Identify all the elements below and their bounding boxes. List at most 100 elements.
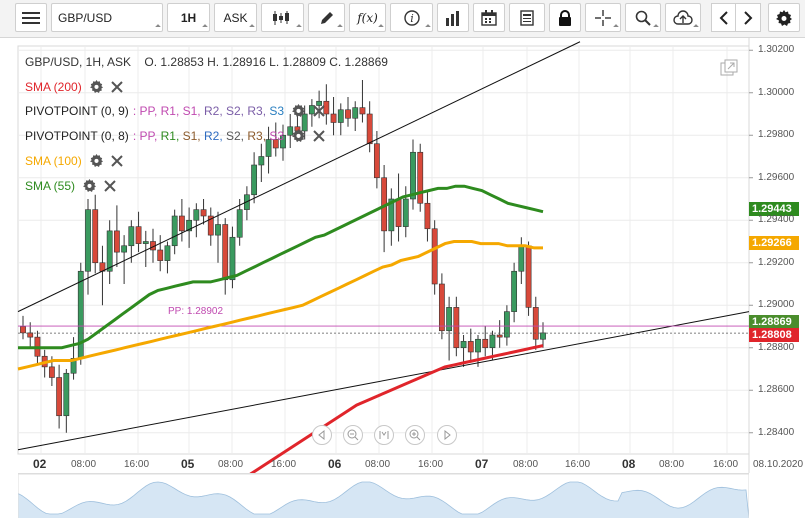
menu-icon [22,11,40,24]
bars-icon [446,10,459,26]
price-axis-label: 1.28800 [758,341,795,353]
indicator-label: PIVOTPOINT (0, 9) [25,104,129,119]
price-type-button[interactable]: ASK [214,3,257,32]
zoom-in-button[interactable] [405,425,425,445]
back-button[interactable] [711,3,736,32]
reset-zoom-button[interactable] [374,425,394,445]
indicator-legend-4: SMA (55) [25,179,116,195]
candle-body [27,332,34,338]
zoom-icon [635,10,651,26]
price-axis-label: 1.29600 [758,171,795,183]
price-axis-label: 1.28400 [758,426,795,438]
candle-body [359,107,366,115]
candle-body [157,249,164,261]
report-button[interactable] [509,3,545,32]
close-icon[interactable] [313,104,325,120]
candle-body [215,224,221,236]
forward-button[interactable] [736,3,761,32]
price-axis-label: 1.29800 [758,129,795,141]
indicator-label: SMA (55) [25,179,76,194]
candle-body [135,226,142,244]
gear-icon[interactable] [292,104,306,120]
indicator-label: SMA (100) [25,154,82,169]
candle-body [482,338,489,349]
candle-body [532,307,539,340]
candle-body [229,236,236,281]
sma100-price-tag: 1.29266 [749,236,799,250]
zoom-out-icon [347,429,359,441]
pivot-levels-label: : PP, R1, S1, R2, S2, R3, S3 [132,104,285,119]
candle-body [453,307,460,349]
chart-header: GBP/USD, 1H, ASK O. 1.28853 H. 1.28916 L… [25,55,388,69]
indicator-legend-2: PIVOTPOINT (0, 8): PP, R1, S1, R2, S2, R… [25,129,325,145]
candle-body [113,230,120,253]
candle-body [525,245,532,308]
scroll-right-button[interactable] [437,425,457,445]
time-axis-label: 08:00 [659,459,685,470]
timeframe-button[interactable]: 1H [167,3,210,32]
time-axis-label: 16:00 [271,459,297,470]
pivot-levels-label: : PP, R1, S1, R2, S2, R3, S3 [132,129,285,144]
upload-button[interactable] [665,3,701,32]
indicator-label: PIVOTPOINT (0, 8) [25,129,129,144]
triangle-right-icon [444,430,451,440]
instrument-label: GBP/USD, 1H, ASK [25,55,132,69]
indicator-label: SMA (200) [25,80,82,95]
candle-body [373,143,380,179]
time-axis-day-label: 06 [328,457,342,471]
settings-icon [776,9,792,26]
arrow-right-icon [744,10,753,25]
drawing-tools-button[interactable] [308,3,345,32]
close-icon[interactable] [313,129,325,145]
gear-icon[interactable] [292,129,306,145]
time-axis-label: 16:00 [418,459,444,470]
scroll-left-button[interactable] [312,425,332,445]
candle-body [431,228,438,285]
volume-button[interactable] [437,3,469,32]
price-axis-label: 1.29200 [758,256,795,268]
calendar-button[interactable] [473,3,505,32]
cloud-upload-icon [673,9,693,25]
arrow-left-icon [719,10,728,25]
candle-body [48,366,55,378]
candle-body [251,164,258,196]
price-axis-label: 1.30000 [758,86,795,98]
info-button[interactable]: i [390,3,433,32]
pivot-pp-label: PP: 1.28902 [168,306,224,317]
candle-body [121,245,128,253]
calendar-icon [481,9,497,26]
candle-body [171,215,178,247]
time-axis-label: 08:00 [365,459,391,470]
candle-body [92,209,99,264]
navigator-overview[interactable] [18,473,749,518]
ohlc-readout: O. 1.28853 H. 1.28916 L. 1.28809 C. 1.28… [144,55,388,69]
crosshair-button[interactable] [585,3,621,32]
candles-icon [272,10,289,25]
gear-icon[interactable] [89,80,103,96]
zoom-button[interactable] [625,3,661,32]
candle-body [345,109,351,119]
settings-button[interactable] [768,3,800,32]
expand-button[interactable] [718,58,740,78]
chart-type-button[interactable] [261,3,304,32]
indicators-button[interactable]: f(x) [349,3,386,32]
price-type-label: ASK [223,10,248,25]
candle-body [258,156,265,166]
close-icon[interactable] [104,179,116,195]
menu-button[interactable] [15,3,47,32]
time-axis-label: 16:00 [565,459,591,470]
svg-text:i: i [410,12,414,25]
fx-icon: f(x) [357,10,378,25]
gear-icon[interactable] [89,154,103,170]
zoom-out-button[interactable] [343,425,363,445]
close-icon[interactable] [110,80,123,96]
time-axis-label: 16:00 [713,459,739,470]
candle-body [222,224,229,281]
close-icon[interactable] [110,154,123,170]
gear-icon[interactable] [83,179,97,195]
candle-body [337,109,344,123]
lock-button[interactable] [549,3,581,32]
price-axis-label: 1.28600 [758,384,795,396]
symbol-selector[interactable]: GBP/USD [51,3,163,32]
crosshair-icon [595,9,611,26]
